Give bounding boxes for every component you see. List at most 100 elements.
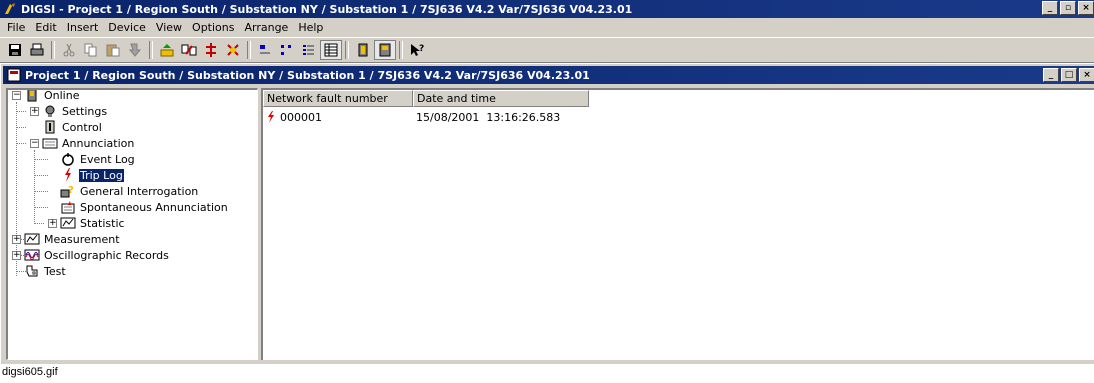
document-window-controls: _ □ × xyxy=(1043,68,1094,82)
close-button[interactable]: × xyxy=(1078,1,1094,15)
tree-line xyxy=(16,127,26,128)
menu-insert[interactable]: Insert xyxy=(62,21,104,34)
svg-text:?: ? xyxy=(419,44,424,54)
window-controls: _ ▫ × xyxy=(1042,1,1094,15)
app-title-bar[interactable]: DIGSI - Project 1 / Region South / Subst… xyxy=(0,0,1094,18)
tree-item-control[interactable]: Control xyxy=(42,119,103,135)
fault-datetime: 15/08/2001 13:16:26.583 xyxy=(416,110,561,124)
initialize-icon[interactable] xyxy=(200,40,222,60)
list-icon[interactable] xyxy=(298,40,320,60)
list-header: Network fault number Date and time xyxy=(263,90,589,107)
tree-item-event-log[interactable]: Event Log xyxy=(60,151,136,167)
doc-maximize-button[interactable]: □ xyxy=(1061,68,1077,82)
tree-item-settings[interactable]: Settings xyxy=(42,103,108,119)
fault-number: 000001 xyxy=(280,110,322,124)
tree-line xyxy=(34,150,35,222)
trip-lightning-icon xyxy=(266,109,276,125)
tree-item-statistic[interactable]: Statistic xyxy=(60,215,126,231)
toolbar-separator xyxy=(247,41,251,59)
cut-icon[interactable] xyxy=(58,40,80,60)
trip-lightning-icon xyxy=(60,167,76,183)
toolbar-separator xyxy=(399,41,403,59)
copy-icon[interactable] xyxy=(80,40,102,60)
tree-line xyxy=(16,143,26,144)
test-icon xyxy=(24,263,40,279)
tree-label-oscillographic-records: Oscillographic Records xyxy=(44,248,169,262)
control-icon xyxy=(42,119,58,135)
collapse-online-toggle[interactable]: − xyxy=(12,91,21,100)
expand-settings-toggle[interactable]: + xyxy=(30,107,39,116)
digsi-app-icon[interactable] xyxy=(3,2,17,16)
tree-line xyxy=(34,159,48,160)
minimize-button[interactable]: _ xyxy=(1042,1,1058,15)
tree-line xyxy=(34,191,48,192)
menu-view[interactable]: View xyxy=(151,21,187,34)
device-icon[interactable] xyxy=(374,40,396,60)
tree-label-general-interrogation: General Interrogation xyxy=(80,184,199,198)
fault-number-cell: 000001 xyxy=(263,109,413,125)
tree-line xyxy=(34,175,48,176)
tree-label-measurement: Measurement xyxy=(44,232,120,246)
tree-line xyxy=(16,111,26,112)
menu-options[interactable]: Options xyxy=(187,21,239,34)
device-icon xyxy=(24,90,40,103)
image-caption: digsi605.gif xyxy=(2,366,58,378)
tree-item-spontaneous-annunciation[interactable]: Spontaneous Annunciation xyxy=(60,199,229,215)
menu-file[interactable]: File xyxy=(2,21,30,34)
upload-icon[interactable] xyxy=(156,40,178,60)
details-icon[interactable] xyxy=(320,40,342,60)
tree-label-online: Online xyxy=(44,88,80,102)
document-window: Project 1 / Region South / Substation NY… xyxy=(0,63,1094,364)
spontaneous-annunciation-icon xyxy=(60,199,76,215)
tree-item-online[interactable]: Online xyxy=(24,88,80,103)
app-title: DIGSI - Project 1 / Region South / Subst… xyxy=(21,2,633,16)
tree-item-test[interactable]: Test xyxy=(24,263,67,279)
module-icon[interactable] xyxy=(352,40,374,60)
column-header-date-and-time[interactable]: Date and time xyxy=(413,90,589,107)
large-icons-icon[interactable] xyxy=(254,40,276,60)
restore-button[interactable]: ▫ xyxy=(1060,1,1076,15)
expand-oscillographic-records-toggle[interactable]: + xyxy=(12,251,21,260)
column-header-network-fault-number[interactable]: Network fault number xyxy=(263,90,413,107)
small-icons-icon[interactable] xyxy=(276,40,298,60)
tree-item-measurement[interactable]: Measurement xyxy=(24,231,121,247)
compare-icon[interactable] xyxy=(178,40,200,60)
doc-close-button[interactable]: × xyxy=(1079,68,1094,82)
toolbar-separator xyxy=(345,41,349,59)
navigation-tree[interactable]: − Online + Settings Control − Annunciati… xyxy=(6,88,258,360)
trip-log-list[interactable]: Network fault number Date and time 00000… xyxy=(261,88,1094,360)
annunciation-icon xyxy=(42,135,58,151)
menu-device[interactable]: Device xyxy=(103,21,151,34)
document-title: Project 1 / Region South / Substation NY… xyxy=(25,68,590,82)
expand-statistic-toggle[interactable]: + xyxy=(48,219,57,228)
save-icon[interactable] xyxy=(4,40,26,60)
document-icon xyxy=(6,67,22,83)
collapse-annunciation-toggle[interactable]: − xyxy=(30,139,39,148)
tree-item-general-interrogation[interactable]: ? General Interrogation xyxy=(60,183,199,199)
tree-label-test: Test xyxy=(44,264,66,278)
toolbar-separator xyxy=(51,41,55,59)
doc-minimize-button[interactable]: _ xyxy=(1043,68,1059,82)
tree-label-annunciation: Annunciation xyxy=(62,136,135,150)
expand-measurement-toggle[interactable]: + xyxy=(12,235,21,244)
tree-item-annunciation[interactable]: Annunciation xyxy=(42,135,135,151)
tree-line xyxy=(34,207,48,208)
svg-text:?: ? xyxy=(68,185,74,196)
menu-help[interactable]: Help xyxy=(293,21,328,34)
event-log-icon xyxy=(60,151,76,167)
help-pointer-icon[interactable]: ? xyxy=(406,40,428,60)
settings-icon xyxy=(42,103,58,119)
toolbar: ? xyxy=(0,37,1094,63)
oscillograph-icon xyxy=(24,247,40,263)
paste-icon[interactable] xyxy=(102,40,124,60)
print-icon[interactable] xyxy=(26,40,48,60)
list-row[interactable]: 000001 15/08/2001 13:16:26.583 xyxy=(263,109,589,125)
delete-icon[interactable] xyxy=(222,40,244,60)
tree-item-trip-log[interactable]: Trip Log xyxy=(60,167,125,183)
menu-edit[interactable]: Edit xyxy=(30,21,61,34)
menu-arrange[interactable]: Arrange xyxy=(239,21,293,34)
tree-label-statistic: Statistic xyxy=(80,216,125,230)
assign-icon[interactable] xyxy=(124,40,146,60)
document-title-bar[interactable]: Project 1 / Region South / Substation NY… xyxy=(3,66,1094,84)
tree-item-oscillographic-records[interactable]: Oscillographic Records xyxy=(24,247,170,263)
